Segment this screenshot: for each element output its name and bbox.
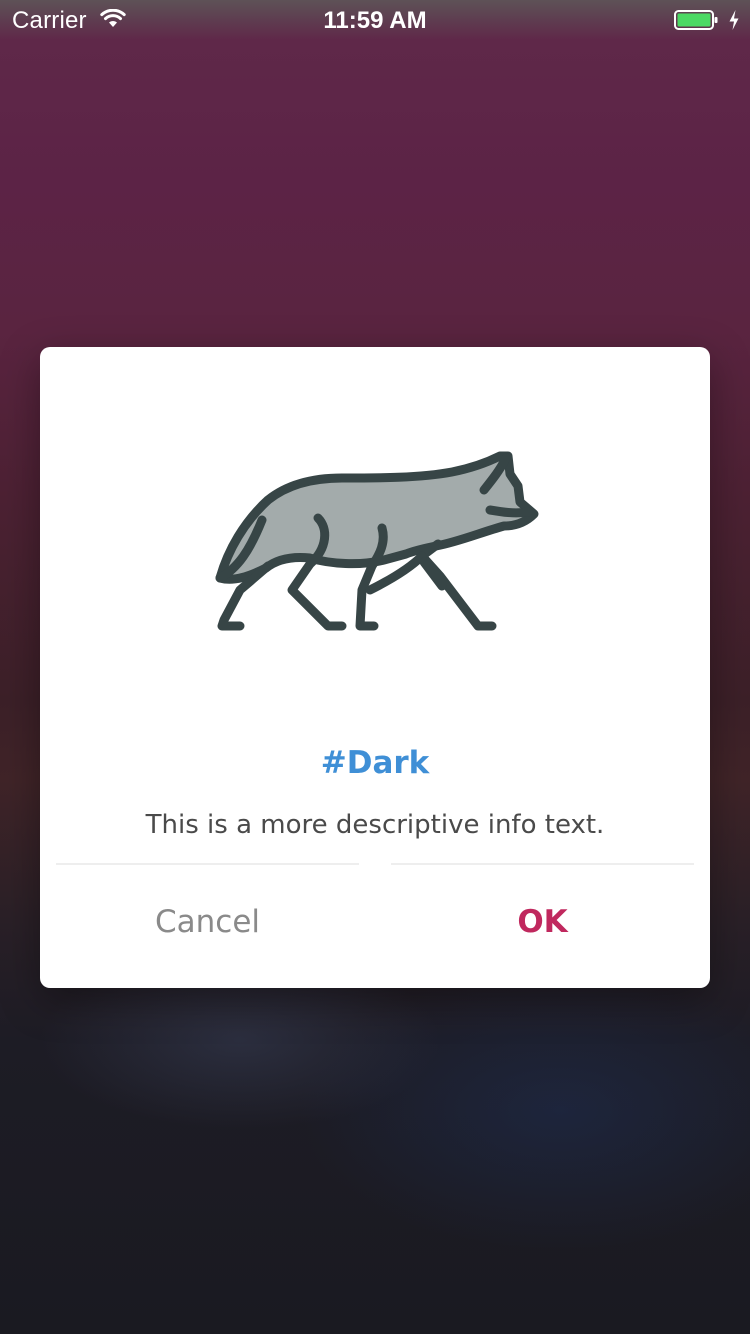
dialog-title: #Dark: [320, 745, 430, 781]
separator-right: [391, 863, 694, 865]
screen: Carrier 11:59 AM #Dark This is a more de…: [0, 0, 750, 1334]
wolf-icon: [215, 451, 539, 631]
alert-dialog: #Dark This is a more descriptive info te…: [40, 347, 710, 988]
dialog-message: This is a more descriptive info text.: [145, 810, 605, 840]
charging-bolt-icon: [729, 10, 739, 30]
status-bar: Carrier 11:59 AM: [0, 0, 750, 40]
battery-icon: [674, 10, 718, 30]
clock: 11:59 AM: [323, 7, 427, 34]
cancel-button[interactable]: Cancel: [40, 882, 375, 962]
separator-left: [56, 863, 359, 865]
ok-button[interactable]: OK: [375, 882, 710, 962]
